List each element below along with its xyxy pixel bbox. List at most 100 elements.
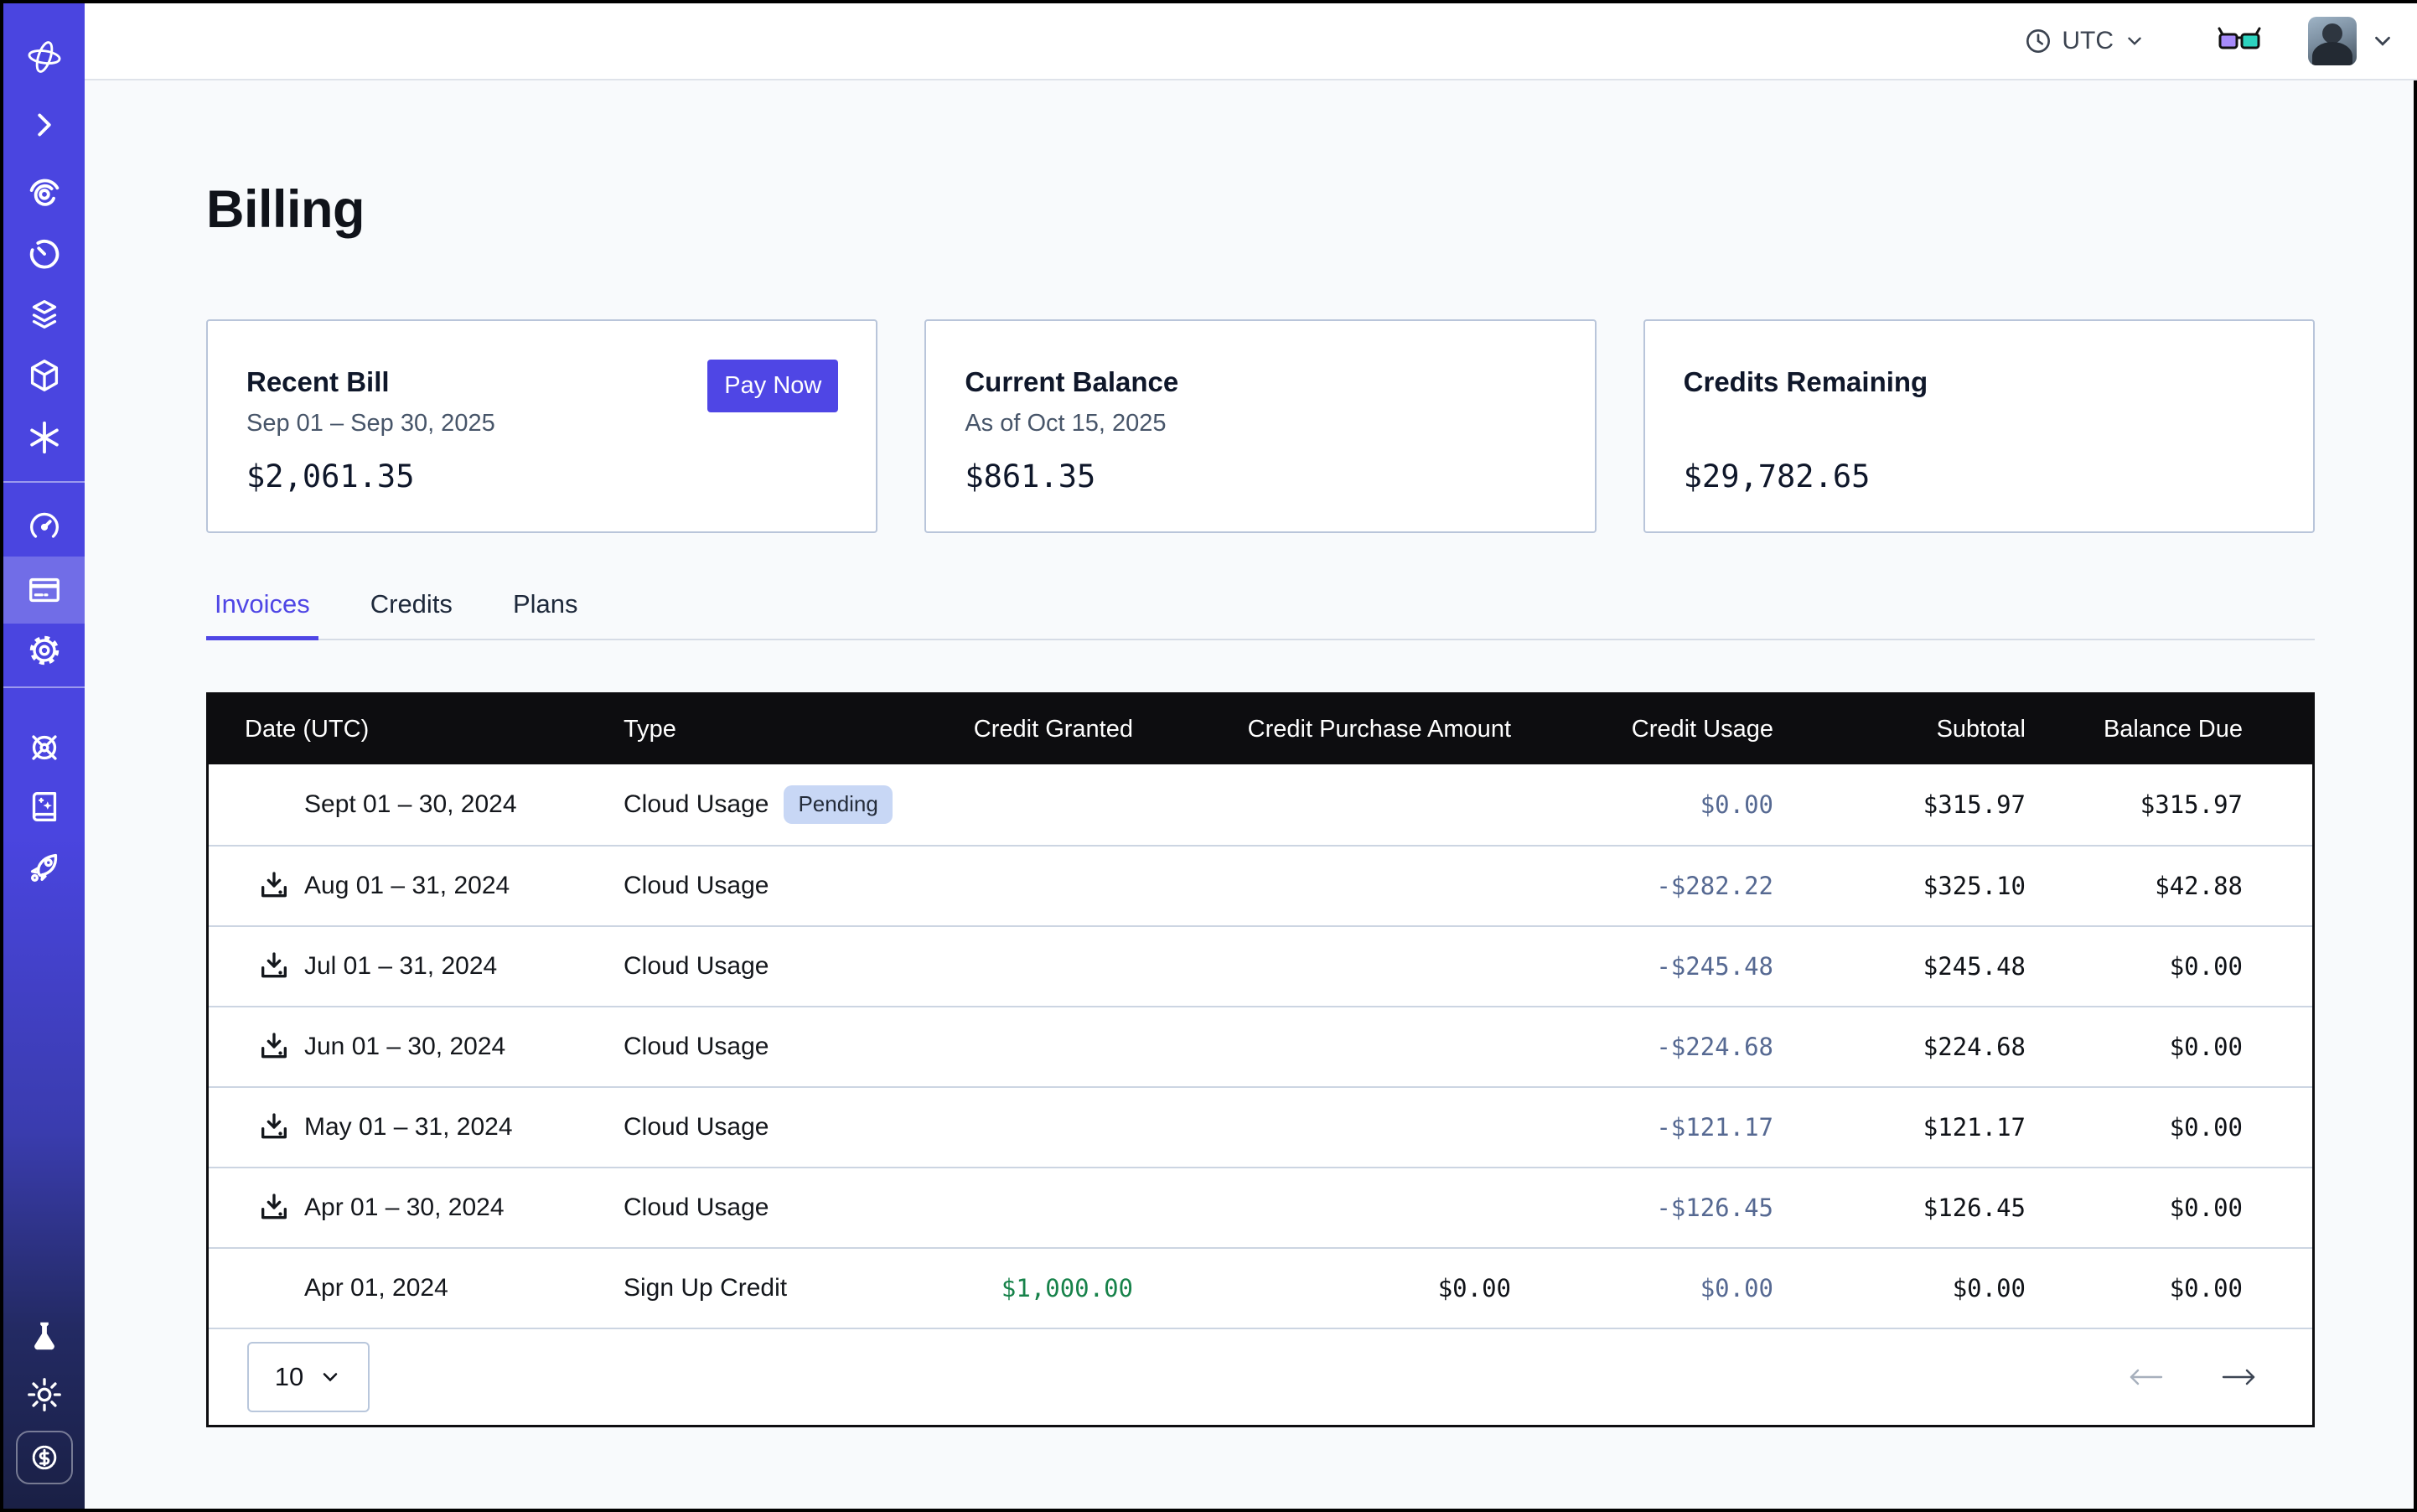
invoice-type: Cloud Usage (624, 872, 769, 900)
invoice-type: Cloud Usage (624, 790, 769, 819)
column-header-credit-usage: Credit Usage (1511, 716, 1773, 743)
page-size-select[interactable]: 10 (247, 1342, 370, 1412)
gear-icon[interactable] (24, 630, 65, 671)
current-balance-card: Current Balance As of Oct 15, 2025 $861.… (924, 319, 1596, 533)
column-header-balance-due: Balance Due (2026, 716, 2243, 743)
card-amount: $29,782.65 (1684, 458, 2275, 495)
timezone-selector[interactable]: UTC (2025, 27, 2145, 55)
tab-plans[interactable]: Plans (505, 589, 587, 639)
page-title: Billing (206, 179, 2315, 240)
page-size-value: 10 (275, 1362, 303, 1392)
billing-tabs: Invoices Credits Plans (206, 589, 2315, 640)
column-header-credit-granted: Credit Granted (932, 716, 1133, 743)
tab-invoices[interactable]: Invoices (206, 589, 318, 640)
timer-icon[interactable] (24, 234, 65, 274)
balance-due-value: $0.00 (2026, 1274, 2243, 1302)
card-title: Credits Remaining (1684, 366, 2275, 398)
invoice-type: Cloud Usage (624, 1113, 769, 1142)
card-title: Current Balance (965, 366, 1556, 398)
next-page-arrow-icon[interactable] (2220, 1364, 2259, 1390)
tab-credits[interactable]: Credits (362, 589, 461, 639)
prev-page-arrow-icon[interactable] (2126, 1364, 2165, 1390)
user-avatar[interactable] (2308, 17, 2357, 65)
credit-usage-value: -$224.68 (1511, 1033, 1773, 1061)
invoice-date: Sept 01 – 30, 2024 (304, 790, 517, 819)
clock-icon (2025, 28, 2052, 54)
table-row: Jul 01 – 31, 2024 Cloud Usage -$245.48 $… (209, 925, 2312, 1006)
app-window: UTC Billing (0, 0, 2417, 1512)
table-row: Aug 01 – 31, 2024 Cloud Usage -$282.22 $… (209, 845, 2312, 925)
rocket-icon[interactable] (24, 847, 65, 887)
invoice-date: May 01 – 31, 2024 (304, 1113, 513, 1142)
account-menu-chevron[interactable] (2370, 28, 2395, 54)
content: Billing Recent Bill Sep 01 – Sep 30, 202… (85, 80, 2417, 1509)
balance-due-value: $0.00 (2026, 1194, 2243, 1222)
recent-bill-card: Recent Bill Sep 01 – Sep 30, 2025 $2,061… (206, 319, 877, 533)
download-invoice-icon[interactable] (256, 1109, 292, 1146)
column-header-credit-purchase: Credit Purchase Amount (1133, 716, 1511, 743)
credit-usage-value: $0.00 (1511, 790, 1773, 819)
invoice-type: Sign Up Credit (624, 1274, 787, 1302)
credit-granted-value: $1,000.00 (932, 1274, 1133, 1302)
flask-icon[interactable] (24, 1316, 65, 1356)
download-invoice-icon[interactable] (256, 948, 292, 985)
table-row: Sept 01 – 30, 2024 Cloud Usage Pending $… (209, 764, 2312, 845)
balance-due-value: $0.00 (2026, 952, 2243, 981)
sun-icon[interactable] (24, 1375, 65, 1415)
table-row: Apr 01 – 30, 2024 Cloud Usage -$126.45 $… (209, 1167, 2312, 1247)
balance-due-value: $42.88 (2026, 872, 2243, 900)
invoice-date: Jun 01 – 30, 2024 (304, 1033, 505, 1061)
invoice-type: Cloud Usage (624, 952, 769, 981)
column-header-subtotal: Subtotal (1773, 716, 2026, 743)
cube-icon[interactable] (24, 355, 65, 396)
table-pagination: 10 (209, 1328, 2312, 1425)
table-row: Apr 01, 2024 Sign Up Credit $1,000.00 $0… (209, 1247, 2312, 1328)
status-badge: Pending (784, 785, 892, 823)
asterisk-icon[interactable] (24, 417, 65, 458)
download-invoice-icon[interactable] (256, 867, 292, 904)
download-invoice-icon[interactable] (256, 1189, 292, 1226)
credits-remaining-card: Credits Remaining $29,782.65 (1643, 319, 2315, 533)
docs-book-icon[interactable] (24, 786, 65, 826)
trace-eye-icon[interactable] (24, 172, 65, 212)
helm-icon[interactable] (24, 728, 65, 768)
balance-due-value: $0.00 (2026, 1113, 2243, 1142)
credit-usage-value: -$126.45 (1511, 1194, 1773, 1222)
chevron-down-icon (2124, 30, 2145, 52)
subtotal-value: $121.17 (1773, 1113, 2026, 1142)
invoice-date: Jul 01 – 31, 2024 (304, 952, 497, 981)
main-area: UTC Billing (85, 3, 2417, 1509)
card-subtitle: As of Oct 15, 2025 (965, 410, 1556, 440)
subtotal-value: $224.68 (1773, 1033, 2026, 1061)
billing-card-icon[interactable] (24, 570, 65, 610)
card-subtitle (1684, 410, 2275, 440)
dollar-badge-icon[interactable] (16, 1431, 73, 1484)
card-subtitle: Sep 01 – Sep 30, 2025 (246, 410, 838, 440)
invoices-table: Date (UTC) Type Credit Granted Credit Pu… (206, 692, 2315, 1427)
pay-now-button[interactable]: Pay Now (707, 360, 838, 412)
subtotal-value: $245.48 (1773, 952, 2026, 981)
3d-glasses-icon[interactable] (2218, 26, 2261, 56)
orbit-logo-icon[interactable] (24, 37, 65, 77)
chevron-down-icon (318, 1365, 342, 1389)
invoice-date: Apr 01 – 30, 2024 (304, 1194, 505, 1222)
table-row: Jun 01 – 30, 2024 Cloud Usage -$224.68 $… (209, 1006, 2312, 1086)
invoice-type: Cloud Usage (624, 1033, 769, 1061)
chevron-right-icon[interactable] (24, 105, 65, 145)
sidebar-divider (3, 686, 85, 688)
column-header-date: Date (UTC) (209, 716, 624, 743)
balance-due-value: $0.00 (2026, 1033, 2243, 1061)
sidebar-divider (3, 481, 85, 483)
table-row: May 01 – 31, 2024 Cloud Usage -$121.17 $… (209, 1086, 2312, 1167)
gauge-icon[interactable] (24, 505, 65, 546)
credit-usage-value: -$245.48 (1511, 952, 1773, 981)
chevron-down-icon (2370, 28, 2395, 54)
download-invoice-icon[interactable] (256, 1028, 292, 1065)
table-header: Date (UTC) Type Credit Granted Credit Pu… (209, 695, 2312, 764)
credit-usage-value: -$121.17 (1511, 1113, 1773, 1142)
summary-cards: Recent Bill Sep 01 – Sep 30, 2025 $2,061… (206, 319, 2315, 533)
layers-icon[interactable] (24, 294, 65, 334)
balance-due-value: $315.97 (2026, 790, 2243, 819)
invoice-type: Cloud Usage (624, 1194, 769, 1222)
credit-usage-value: -$282.22 (1511, 872, 1773, 900)
